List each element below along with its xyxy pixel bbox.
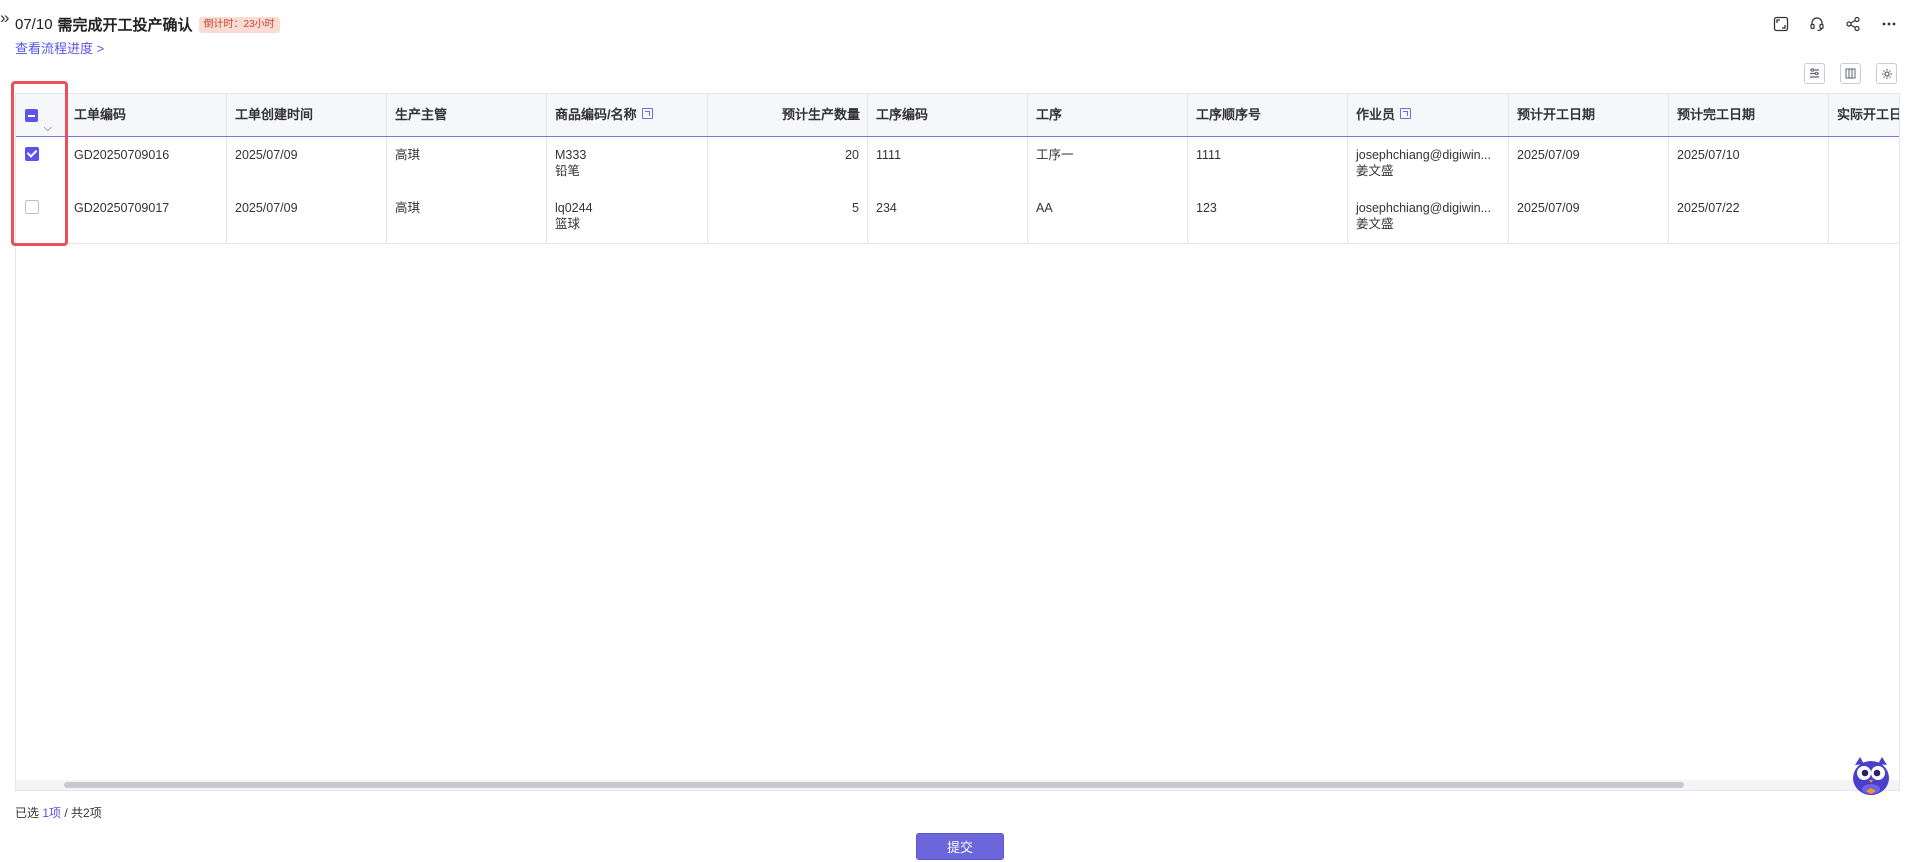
table-row[interactable]: GD20250709017 2025/07/09 高琪 lq0244 篮球 5 … [16, 190, 1899, 244]
cell-created: 2025/07/09 [227, 137, 387, 190]
operator-name: 姜文盛 [1356, 217, 1394, 231]
filter-settings-icon[interactable] [1804, 63, 1825, 84]
column-header-created[interactable]: 工单创建时间 [227, 94, 387, 136]
operator-name: 姜文盛 [1356, 164, 1394, 178]
row-checkbox[interactable] [25, 147, 39, 161]
cell-seq: 123 [1188, 190, 1348, 243]
task-title: 需完成开工投产确认 [57, 17, 193, 34]
chevron-down-icon[interactable]: ⌵ [44, 108, 52, 136]
data-table: ⌵ 工单编码 工单创建时间 生产主管 商品编码/名称 预计生产数量 工序编码 工… [15, 93, 1900, 791]
fullscreen-icon[interactable] [1771, 14, 1791, 34]
column-header-actual-start[interactable]: 实际开工日期 [1829, 94, 1899, 136]
cell-plan-start: 2025/07/09 [1509, 190, 1669, 243]
table-header: ⌵ 工单编码 工单创建时间 生产主管 商品编码/名称 预计生产数量 工序编码 工… [16, 94, 1899, 137]
cell-actual-start [1829, 190, 1899, 243]
table-row[interactable]: GD20250709016 2025/07/09 高琪 M333 铅笔 20 1… [16, 136, 1899, 191]
column-header-qty[interactable]: 预计生产数量 [708, 94, 868, 136]
row-select-cell [16, 137, 66, 190]
scrollbar-thumb[interactable] [64, 782, 1684, 788]
column-header-item[interactable]: 商品编码/名称 [547, 94, 708, 136]
selected-prefix: 已选 [15, 806, 43, 820]
assistant-owl-icon[interactable] [1850, 753, 1892, 797]
column-header-process[interactable]: 工序 [1028, 94, 1188, 136]
expand-detail-icon[interactable] [1400, 108, 1412, 120]
column-header-item-label: 商品编码/名称 [555, 107, 637, 122]
operator-email: josephchiang@digiwin... [1356, 148, 1491, 162]
submit-button[interactable]: 提交 [916, 833, 1004, 860]
cell-process-code: 234 [868, 190, 1028, 243]
more-icon[interactable] [1879, 14, 1899, 34]
column-header-plan-end[interactable]: 预计完工日期 [1669, 94, 1829, 136]
collapse-toggle[interactable]: » [0, 9, 9, 26]
cell-plan-start: 2025/07/09 [1509, 137, 1669, 190]
cell-qty: 5 [708, 190, 868, 243]
cell-process: 工序一 [1028, 137, 1188, 190]
table-toolbar [1804, 63, 1897, 84]
operator-email: josephchiang@digiwin... [1356, 201, 1491, 215]
selection-summary: 已选 1项 / 共2项 [15, 804, 102, 821]
select-all-checkbox[interactable] [25, 109, 38, 122]
cell-created: 2025/07/09 [227, 190, 387, 243]
cell-supervisor: 高琪 [387, 190, 547, 243]
horizontal-scrollbar[interactable] [16, 780, 1899, 790]
cell-operator: josephchiang@digiwin... 姜文盛 [1348, 190, 1509, 243]
item-name: 铅笔 [555, 164, 581, 178]
cell-plan-end: 2025/07/10 [1669, 137, 1829, 190]
selected-count: 1项 [42, 806, 62, 820]
cell-actual-start [1829, 137, 1899, 190]
countdown-badge: 倒计时：23小时 [198, 16, 280, 33]
cell-process-code: 1111 [868, 137, 1028, 190]
share-icon[interactable] [1843, 14, 1863, 34]
top-right-toolbar [1771, 14, 1899, 34]
view-progress-link[interactable]: 查看流程进度 > [15, 38, 104, 57]
cell-qty: 20 [708, 137, 868, 190]
cell-process: AA [1028, 190, 1188, 243]
cell-operator: josephchiang@digiwin... 姜文盛 [1348, 137, 1509, 190]
page-title: 07/10 需完成开工投产确认 倒计时：23小时 [15, 14, 280, 35]
selected-suffix: / 共2项 [61, 806, 102, 820]
settings-icon[interactable] [1876, 63, 1897, 84]
cell-plan-end: 2025/07/22 [1669, 190, 1829, 243]
row-checkbox[interactable] [25, 200, 39, 214]
column-header-supervisor[interactable]: 生产主管 [387, 94, 547, 136]
column-header-seq[interactable]: 工序顺序号 [1188, 94, 1348, 136]
expand-detail-icon[interactable] [641, 108, 653, 120]
column-header-operator-label: 作业员 [1356, 107, 1396, 122]
cell-item: M333 铅笔 [547, 137, 708, 190]
row-select-cell [16, 190, 66, 243]
cell-item: lq0244 篮球 [547, 190, 708, 243]
select-all-cell: ⌵ [16, 94, 66, 136]
task-date: 07/10 [15, 16, 53, 33]
cell-order-no: GD20250709017 [66, 190, 227, 243]
column-header-order-no[interactable]: 工单编码 [66, 94, 227, 136]
headset-icon[interactable] [1807, 14, 1827, 34]
item-code: lq0244 [555, 201, 593, 215]
cell-seq: 1111 [1188, 137, 1348, 190]
item-code: M333 [555, 148, 587, 162]
column-header-operator[interactable]: 作业员 [1348, 94, 1509, 136]
column-header-process-code[interactable]: 工序编码 [868, 94, 1028, 136]
item-name: 篮球 [555, 217, 581, 231]
column-header-plan-start[interactable]: 预计开工日期 [1509, 94, 1669, 136]
column-freeze-icon[interactable] [1840, 63, 1861, 84]
cell-supervisor: 高琪 [387, 137, 547, 190]
cell-order-no: GD20250709016 [66, 137, 227, 190]
